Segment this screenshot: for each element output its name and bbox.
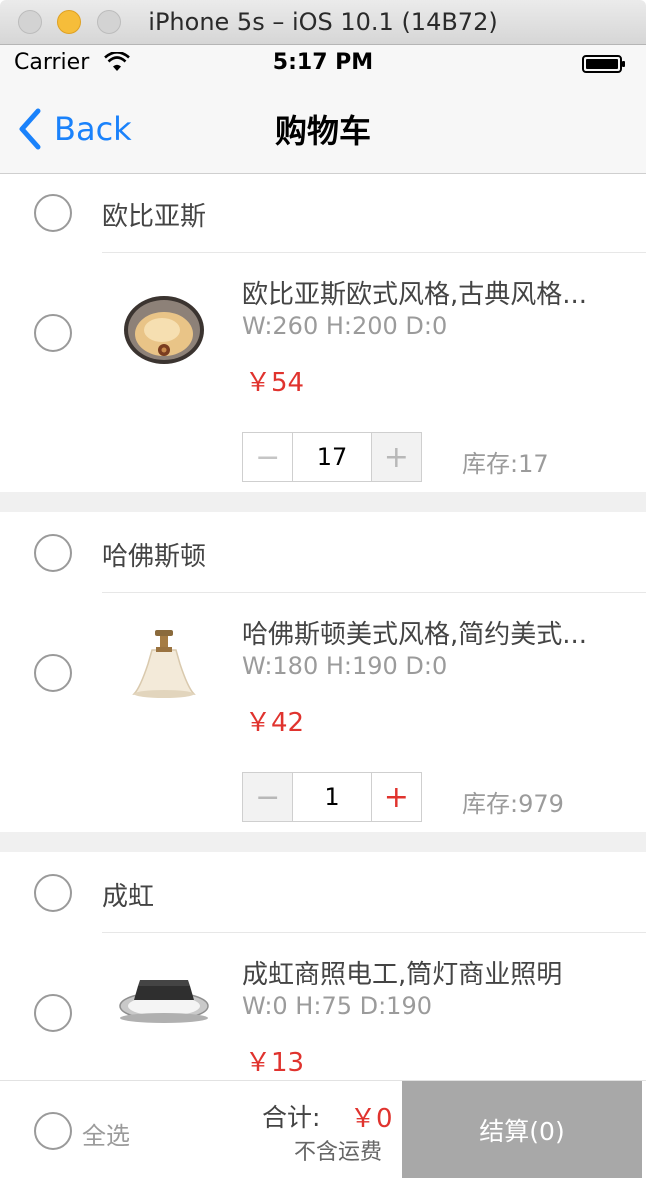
product-spec: W:0 H:75 D:190 (242, 992, 432, 1020)
divider (102, 252, 646, 253)
section-separator (0, 832, 646, 852)
stock-label: 库存:17 (462, 450, 549, 478)
quantity-value[interactable]: 1 (292, 773, 372, 821)
shop-name: 哈佛斯顿 (102, 542, 207, 572)
select-all-label[interactable]: 全选 (82, 1116, 130, 1151)
product-price: ￥13 (245, 1048, 305, 1078)
total-value: ￥0 (350, 1104, 393, 1134)
item-select-radio[interactable] (34, 314, 72, 352)
quantity-stepper: − 17 + (242, 432, 422, 482)
decrement-button[interactable]: − (243, 433, 293, 481)
shop-select-radio[interactable] (34, 194, 72, 232)
product-title[interactable]: 哈佛斯顿美式风格,简约美式... (242, 614, 627, 651)
status-time: 5:17 PM (272, 50, 374, 75)
window-title: iPhone 5s – iOS 10.1 (14B72) (148, 8, 498, 36)
product-price: ￥54 (245, 368, 305, 398)
item-select-radio[interactable] (34, 654, 72, 692)
product-spec: W:260 H:200 D:0 (242, 312, 448, 340)
total-label: 合计: (262, 1103, 321, 1132)
product-spec: W:180 H:190 D:0 (242, 652, 448, 680)
product-title[interactable]: 欧比亚斯欧式风格,古典风格... (242, 274, 627, 311)
battery-icon (582, 55, 625, 73)
stock-label: 库存:979 (462, 790, 564, 818)
checkout-button[interactable]: 结算(0) (402, 1081, 642, 1178)
decrement-button[interactable]: − (243, 773, 293, 821)
increment-button[interactable]: + (371, 433, 421, 481)
section-separator (0, 492, 646, 512)
item-select-radio[interactable] (34, 994, 72, 1032)
divider (102, 932, 646, 933)
quantity-value[interactable]: 17 (292, 433, 372, 481)
shop-select-radio[interactable] (34, 874, 72, 912)
increment-button[interactable]: + (371, 773, 421, 821)
select-all-radio[interactable] (34, 1112, 72, 1150)
product-title[interactable]: 成虹商照电工,筒灯商业照明 (242, 954, 627, 991)
product-price: ￥42 (245, 708, 305, 738)
shop-name: 欧比亚斯 (102, 202, 207, 232)
product-image[interactable] (112, 960, 216, 1064)
shipping-note: 不含运费 (294, 1140, 383, 1165)
product-image[interactable] (112, 620, 216, 724)
page-title: 购物车 (274, 112, 371, 150)
shop-select-radio[interactable] (34, 534, 72, 572)
shop-name: 成虹 (102, 882, 155, 912)
product-image[interactable] (112, 280, 216, 384)
quantity-stepper: − 1 + (242, 772, 422, 822)
divider (102, 592, 646, 593)
